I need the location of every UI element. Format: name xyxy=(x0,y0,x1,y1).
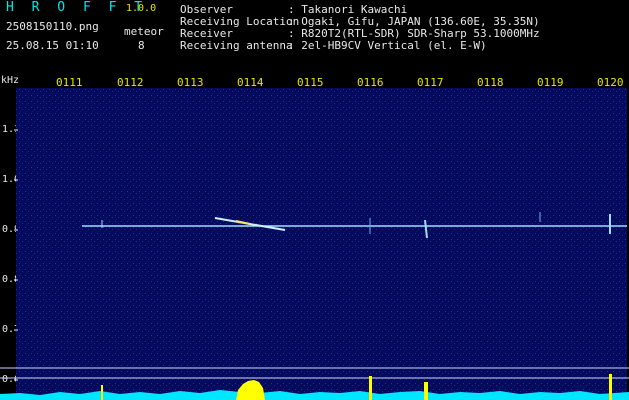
filename: 2508150110.png xyxy=(6,20,99,33)
antenna-label: Receiving antenna xyxy=(180,39,293,52)
mode-label: meteor xyxy=(124,25,164,38)
spectrogram xyxy=(0,88,629,400)
datetime: 25.08.15 01:10 xyxy=(6,39,99,52)
peak-marker xyxy=(369,376,372,400)
peak-marker xyxy=(101,385,103,400)
app-version: 1.0.0 xyxy=(126,3,157,14)
meteor-count: 8 xyxy=(138,39,145,52)
header-panel: H R O F F T 1.0.0 2508150110.png meteor … xyxy=(0,0,629,74)
antenna-value: : 2el-HB9CV Vertical (el. E-W) xyxy=(288,39,487,52)
peak-marker xyxy=(424,382,428,400)
spectrogram-background xyxy=(16,88,627,400)
peak-marker xyxy=(609,374,612,400)
